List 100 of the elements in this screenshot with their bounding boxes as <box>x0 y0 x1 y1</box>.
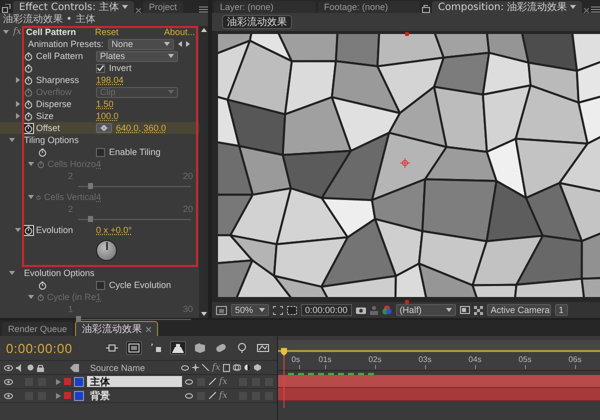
safe-margins-icon[interactable] <box>273 306 284 314</box>
close-icon[interactable] <box>584 8 589 13</box>
property-value[interactable]: 0 x +0.0° <box>96 225 132 235</box>
eye-icon[interactable] <box>4 364 13 370</box>
panel-tab[interactable]: Composition: 油彩流动效果 <box>432 1 582 13</box>
angle-dial[interactable] <box>96 240 117 260</box>
eye-icon[interactable] <box>4 392 13 398</box>
switch-box[interactable] <box>251 390 262 400</box>
film-frame-icon[interactable] <box>223 364 230 372</box>
stopwatch-icon[interactable] <box>24 100 33 108</box>
property-value[interactable]: 1.50 <box>96 99 114 109</box>
motion-blur-icon[interactable] <box>233 364 242 371</box>
reset-link[interactable]: Reset <box>95 27 164 37</box>
panel-menu-icon[interactable] <box>199 6 208 13</box>
switch-box[interactable] <box>238 376 248 386</box>
playhead[interactable] <box>281 348 287 408</box>
layer-name[interactable]: 背景 <box>87 390 182 401</box>
twirl-triangle-icon[interactable] <box>56 392 61 398</box>
frame-icon[interactable] <box>128 343 140 353</box>
twirl-triangle-icon[interactable] <box>15 101 21 107</box>
dropdown[interactable]: Plates <box>96 50 178 62</box>
view-layout-dropdown[interactable]: 1 <box>554 304 568 316</box>
property-value[interactable]: 100.0 <box>96 111 119 121</box>
scroll-up-arrow-icon[interactable] <box>200 28 206 32</box>
twirl-triangle-icon[interactable] <box>56 378 61 384</box>
stopwatch-icon[interactable] <box>24 52 33 60</box>
switch-box[interactable] <box>24 390 34 400</box>
switch-box[interactable] <box>238 390 248 400</box>
sun-icon[interactable] <box>192 364 199 371</box>
mask-frame-icon[interactable] <box>287 306 298 314</box>
effects-switch[interactable]: fx <box>219 376 228 386</box>
timecode-field[interactable]: 0:00:00:00 <box>301 304 352 316</box>
scroll-down-arrow-icon[interactable] <box>200 312 206 316</box>
close-icon[interactable] <box>146 326 152 332</box>
fast-preview-icon[interactable] <box>460 306 470 314</box>
close-icon[interactable] <box>136 8 141 13</box>
lock-icon[interactable] <box>422 4 430 13</box>
label-tag-icon[interactable] <box>70 364 79 372</box>
checkbox[interactable] <box>96 280 105 290</box>
layer-name[interactable]: 主体 <box>87 376 182 387</box>
twirl-triangle-icon[interactable] <box>15 77 21 83</box>
effects-switch[interactable]: fx <box>219 390 228 400</box>
zoom-dropdown[interactable]: 50% <box>231 304 270 316</box>
mound-icon[interactable] <box>172 343 184 353</box>
time-ruler[interactable]: 0s 01s 02s 03s 04s 05s 06s <box>278 352 600 371</box>
scrollbar[interactable] <box>199 26 208 318</box>
eye-icon[interactable] <box>4 378 13 384</box>
speaker-icon[interactable] <box>16 364 24 372</box>
switch-box[interactable] <box>24 376 34 386</box>
camera-view-dropdown[interactable]: Active Camera <box>486 304 551 316</box>
next-arrow-icon[interactable] <box>186 41 190 47</box>
panel-tab[interactable]: Project <box>142 1 183 13</box>
work-area-bar[interactable] <box>278 340 600 352</box>
solo-dot-icon[interactable] <box>27 364 34 371</box>
label-swatch[interactable] <box>64 378 71 385</box>
panel-lock-icon[interactable] <box>2 4 11 13</box>
stopwatch-icon[interactable] <box>24 112 33 120</box>
stopwatch-icon[interactable] <box>24 64 33 72</box>
composition-flowchart-icon[interactable] <box>106 343 118 353</box>
panel-tab[interactable]: Layer: (none) <box>214 1 316 13</box>
lock-icon[interactable] <box>37 364 44 372</box>
twirl-triangle-icon[interactable] <box>9 137 15 143</box>
property-value[interactable]: 198.04 <box>96 75 124 85</box>
switch-box[interactable] <box>196 376 206 386</box>
magnifier-icon[interactable] <box>236 343 248 353</box>
checkerboard-icon[interactable] <box>474 306 483 314</box>
switch-box[interactable] <box>251 376 262 386</box>
current-time[interactable]: 0:00:00:00 <box>6 340 98 356</box>
pill-icon[interactable] <box>215 343 227 353</box>
graph-editor-icon[interactable] <box>257 343 269 353</box>
stopwatch-icon[interactable] <box>24 124 33 132</box>
switch-box[interactable] <box>37 390 47 400</box>
panel-menu-icon[interactable] <box>591 6 600 13</box>
about-link[interactable]: About... <box>164 27 199 37</box>
switch-box[interactable] <box>37 376 47 386</box>
label-swatch[interactable] <box>64 392 71 399</box>
color-channels-icon[interactable] <box>382 305 392 315</box>
resolution-dropdown[interactable]: (Half) <box>396 304 456 316</box>
dropdown[interactable]: None <box>108 38 174 50</box>
panel-tab[interactable]: Footage: (none) <box>318 1 420 13</box>
property-value[interactable]: 640.0, 360.0 <box>116 123 166 133</box>
switch-box[interactable] <box>196 390 206 400</box>
column-header[interactable]: Source Name <box>82 362 178 372</box>
region-icon[interactable] <box>216 306 227 314</box>
checkbox[interactable] <box>96 148 105 156</box>
point-picker-button[interactable] <box>96 123 112 133</box>
panel-tab[interactable]: Effect Controls: 主体 <box>13 1 134 13</box>
panel-tab[interactable]: 油彩流动效果 <box>75 321 158 336</box>
stopwatch-icon[interactable] <box>24 76 33 84</box>
twirl-triangle-icon[interactable] <box>3 29 9 35</box>
switch-box[interactable] <box>264 390 274 400</box>
twirl-triangle-icon[interactable] <box>15 113 21 119</box>
half-circle-icon[interactable] <box>244 364 252 371</box>
stopwatch-icon[interactable] <box>38 148 47 156</box>
previous-arrow-icon[interactable] <box>178 41 182 47</box>
switch-box[interactable] <box>264 376 274 386</box>
composition-button[interactable]: 油彩流动效果 <box>222 15 292 29</box>
stopwatch-icon[interactable] <box>24 226 33 234</box>
twirl-triangle-icon[interactable] <box>15 227 21 233</box>
stopwatch-icon[interactable] <box>38 280 47 290</box>
